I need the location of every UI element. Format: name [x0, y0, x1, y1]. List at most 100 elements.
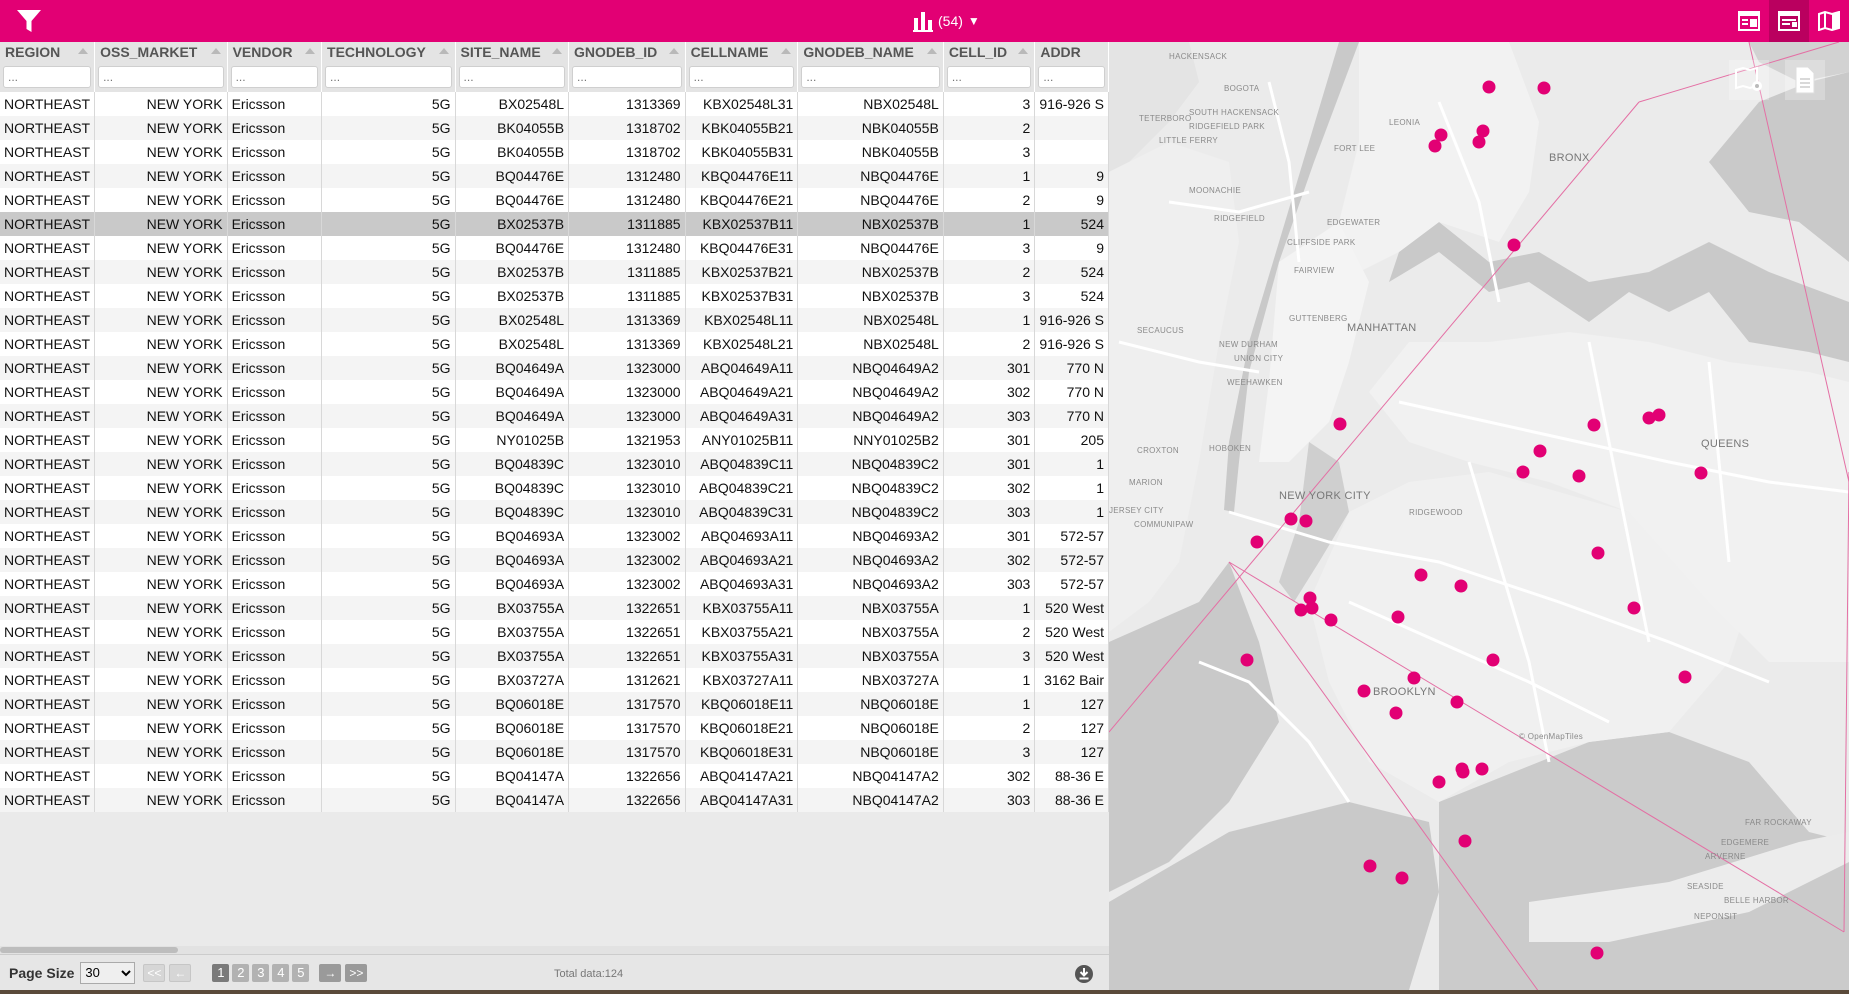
filter-input-vendor[interactable] — [230, 66, 319, 88]
site-marker[interactable] — [1652, 408, 1666, 422]
site-marker[interactable] — [1389, 706, 1403, 720]
table-map-view-button[interactable] — [1729, 0, 1769, 42]
sort-arrow-icon[interactable] — [305, 48, 316, 54]
table-row[interactable]: NORTHEAST NEW YORK Ericsson 5G BQ04649A 13230… — [0, 404, 1109, 428]
column-header-gnodeb_id[interactable]: GNODEB_ID — [568, 42, 686, 62]
filter-input-site_name[interactable] — [458, 66, 566, 88]
column-header-region[interactable]: REGION — [0, 42, 96, 62]
site-marker[interactable] — [1363, 859, 1377, 873]
table-row[interactable]: NORTHEAST NEW YORK Ericsson 5G NY01025B 13219… — [0, 428, 1109, 452]
table-row[interactable]: NORTHEAST NEW YORK Ericsson 5G BQ06018E 13175… — [0, 692, 1109, 716]
table-row[interactable]: NORTHEAST NEW YORK Ericsson 5G BQ06018E 13175… — [0, 716, 1109, 740]
site-marker[interactable] — [1627, 601, 1641, 615]
site-marker[interactable] — [1395, 871, 1409, 885]
site-marker[interactable] — [1572, 469, 1586, 483]
site-marker[interactable] — [1428, 139, 1442, 153]
page-size-select[interactable]: 30 — [80, 961, 136, 984]
filter-icon[interactable] — [16, 9, 42, 33]
page-number-button[interactable]: 4 — [272, 963, 290, 982]
table-row[interactable]: NORTHEAST NEW YORK Ericsson 5G BX02548L 13133… — [0, 332, 1109, 356]
sort-arrow-icon[interactable] — [668, 48, 679, 54]
site-marker[interactable] — [1294, 603, 1308, 617]
filter-input-cellname[interactable] — [688, 66, 795, 88]
page-number-button[interactable]: 3 — [252, 963, 270, 982]
map-panel[interactable]: HACKENSACK BOGOTA SOUTH HACKENSACK TETERBOR… — [1109, 42, 1849, 990]
first-page-button[interactable]: << — [143, 963, 166, 982]
table-row[interactable]: NORTHEAST NEW YORK Ericsson 5G BQ04476E 13124… — [0, 236, 1109, 260]
table-row[interactable]: NORTHEAST NEW YORK Ericsson 5G BX03755A 13226… — [0, 644, 1109, 668]
table-row[interactable]: NORTHEAST NEW YORK Ericsson 5G BQ04147A 13226… — [0, 788, 1109, 812]
site-marker[interactable] — [1432, 775, 1446, 789]
table-row[interactable]: NORTHEAST NEW YORK Ericsson 5G BK04055B 13187… — [0, 116, 1109, 140]
table-view-button[interactable] — [1769, 0, 1809, 42]
site-marker[interactable] — [1240, 653, 1254, 667]
site-marker[interactable] — [1507, 238, 1521, 252]
page-number-button[interactable]: 2 — [232, 963, 250, 982]
table-row[interactable]: NORTHEAST NEW YORK Ericsson 5G BQ04693A 13230… — [0, 524, 1109, 548]
site-marker[interactable] — [1250, 535, 1264, 549]
table-row[interactable]: NORTHEAST NEW YORK Ericsson 5G BX03727A 13126… — [0, 668, 1109, 692]
filter-input-gnodeb_name[interactable] — [801, 66, 940, 88]
site-marker[interactable] — [1284, 512, 1298, 526]
site-marker[interactable] — [1533, 444, 1547, 458]
site-marker[interactable] — [1482, 80, 1496, 94]
filter-input-region[interactable] — [3, 66, 92, 88]
filter-input-gnodeb_id[interactable] — [572, 66, 682, 88]
table-row[interactable]: NORTHEAST NEW YORK Ericsson 5G BX02548L 13133… — [0, 92, 1109, 116]
site-marker[interactable] — [1333, 417, 1347, 431]
site-marker[interactable] — [1587, 418, 1601, 432]
table-row[interactable]: NORTHEAST NEW YORK Ericsson 5G BQ04649A 13230… — [0, 356, 1109, 380]
sort-arrow-icon[interactable] — [781, 48, 792, 54]
site-selector-menu[interactable]: (54) ▼ — [912, 8, 980, 34]
sort-arrow-icon[interactable] — [926, 48, 937, 54]
filter-input-addr[interactable] — [1038, 66, 1105, 88]
column-header-site_name[interactable]: SITE_NAME — [455, 42, 570, 62]
column-header-gnodeb_name[interactable]: GNODEB_NAME — [797, 42, 944, 62]
last-page-button[interactable]: >> — [345, 963, 368, 982]
filter-input-cell_id[interactable] — [946, 66, 1032, 88]
table-row[interactable]: NORTHEAST NEW YORK Ericsson 5G BQ06018E 13175… — [0, 740, 1109, 764]
site-marker[interactable] — [1414, 568, 1428, 582]
table-row[interactable]: NORTHEAST NEW YORK Ericsson 5G BX02537B 13118… — [0, 212, 1109, 236]
table-row[interactable]: NORTHEAST NEW YORK Ericsson 5G BQ04839C 13230… — [0, 476, 1109, 500]
table-row[interactable]: NORTHEAST NEW YORK Ericsson 5G BQ04693A 13230… — [0, 572, 1109, 596]
column-header-addr[interactable]: ADDR — [1034, 42, 1109, 62]
column-header-cell_id[interactable]: CELL_ID — [943, 42, 1036, 62]
table-row[interactable]: NORTHEAST NEW YORK Ericsson 5G BQ04476E 13124… — [0, 188, 1109, 212]
column-header-vendor[interactable]: VENDOR — [227, 42, 323, 62]
site-marker[interactable] — [1590, 946, 1604, 960]
site-marker[interactable] — [1472, 135, 1486, 149]
site-marker[interactable] — [1516, 465, 1530, 479]
site-marker[interactable] — [1407, 671, 1421, 685]
page-number-button[interactable]: 5 — [292, 963, 310, 982]
site-marker[interactable] — [1357, 684, 1371, 698]
map-legend-button[interactable] — [1785, 60, 1825, 100]
download-icon[interactable] — [1074, 964, 1094, 984]
site-marker[interactable] — [1475, 762, 1489, 776]
table-row[interactable]: NORTHEAST NEW YORK Ericsson 5G BQ04693A 13230… — [0, 548, 1109, 572]
table-row[interactable]: NORTHEAST NEW YORK Ericsson 5G BX02537B 13118… — [0, 284, 1109, 308]
table-row[interactable]: NORTHEAST NEW YORK Ericsson 5G BQ04839C 13230… — [0, 500, 1109, 524]
next-page-button[interactable]: → — [319, 963, 342, 982]
horizontal-scrollbar[interactable] — [0, 946, 1109, 954]
table-row[interactable]: NORTHEAST NEW YORK Ericsson 5G BQ04649A 13230… — [0, 380, 1109, 404]
sort-arrow-icon[interactable] — [1018, 48, 1029, 54]
page-number-button[interactable]: 1 — [212, 963, 230, 982]
site-marker[interactable] — [1434, 128, 1448, 142]
site-marker[interactable] — [1458, 834, 1472, 848]
scrollbar-thumb[interactable] — [0, 947, 178, 953]
site-marker[interactable] — [1486, 653, 1500, 667]
table-row[interactable]: NORTHEAST NEW YORK Ericsson 5G BK04055B 13187… — [0, 140, 1109, 164]
table-row[interactable]: NORTHEAST NEW YORK Ericsson 5G BX02537B 13118… — [0, 260, 1109, 284]
filter-input-technology[interactable] — [325, 66, 452, 88]
map-layer-settings-button[interactable] — [1729, 60, 1769, 100]
site-marker[interactable] — [1391, 610, 1405, 624]
table-row[interactable]: NORTHEAST NEW YORK Ericsson 5G BQ04147A 13226… — [0, 764, 1109, 788]
column-header-cellname[interactable]: CELLNAME — [685, 42, 799, 62]
sort-arrow-icon[interactable] — [78, 48, 89, 54]
table-row[interactable]: NORTHEAST NEW YORK Ericsson 5G BX03755A 13226… — [0, 620, 1109, 644]
site-marker[interactable] — [1456, 765, 1470, 779]
table-row[interactable]: NORTHEAST NEW YORK Ericsson 5G BX02548L 13133… — [0, 308, 1109, 332]
sort-arrow-icon[interactable] — [438, 48, 449, 54]
site-marker[interactable] — [1454, 579, 1468, 593]
